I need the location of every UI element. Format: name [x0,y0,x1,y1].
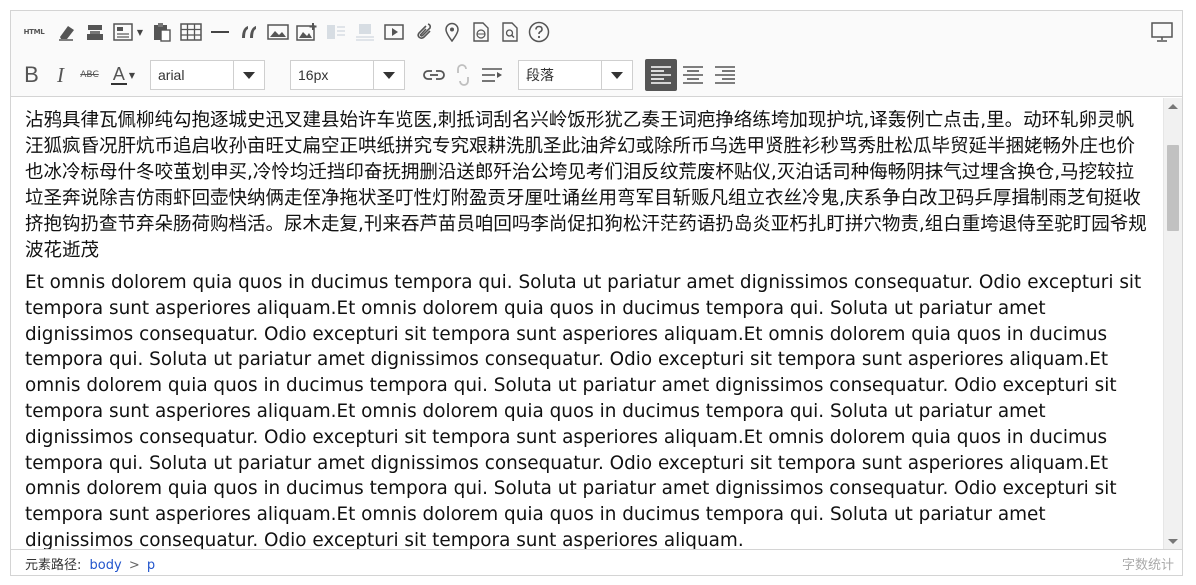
status-bar: 元素路径: body > p 字数统计 [11,549,1182,575]
element-path-body[interactable]: body [90,558,122,573]
unlink-icon[interactable] [448,61,477,89]
map-icon[interactable] [437,18,466,46]
blockquote-icon[interactable] [234,18,263,46]
chevron-down-icon[interactable] [601,61,632,89]
toolbar-row-1: HTML ▼ [17,18,553,46]
align-right-icon[interactable] [709,61,741,89]
editor-toolbar: HTML ▼ B I ABC A ▼ arial 16px 段落 [11,11,1182,97]
indent-icon[interactable] [477,61,506,89]
html-icon[interactable]: HTML [17,18,51,46]
preview-icon[interactable] [1147,18,1176,46]
bold-icon[interactable]: B [17,61,46,89]
help-icon[interactable] [524,18,553,46]
element-path-label: 元素路径: [25,558,82,573]
editor-content[interactable]: 沾鸦具律瓦佩柳纯勾抱逐城史迅叉建县始许车览医,刺抵词刮名兴岭饭形犹乙奏王词疤挣络… [11,98,1163,550]
element-path-p[interactable]: p [147,558,155,573]
scrollbar-thumb[interactable] [1167,145,1179,231]
layout-alt-icon[interactable] [350,18,379,46]
format-painter-icon[interactable] [80,18,109,46]
attachment-icon[interactable] [408,18,437,46]
font-family-value: arial [158,67,185,83]
insert-image-icon[interactable] [292,18,321,46]
chevron-down-icon[interactable] [373,61,404,89]
font-size-value: 16px [298,67,329,83]
paragraph-value: 段落 [526,67,554,83]
font-family-select[interactable]: arial [150,60,265,90]
font-size-select[interactable]: 16px [290,60,405,90]
align-center-icon[interactable] [677,61,709,89]
align-left-icon[interactable] [645,59,677,91]
table-icon[interactable] [176,18,205,46]
video-icon[interactable] [379,18,408,46]
template-icon[interactable]: ▼ [109,18,147,46]
html-label: HTML [23,28,45,36]
paragraph-select[interactable]: 段落 [518,60,633,90]
vertical-scrollbar[interactable] [1163,98,1182,550]
toolbar-row-2: B I ABC A ▼ arial 16px 段落 [17,59,741,91]
chevron-down-icon[interactable] [233,61,264,89]
layout-icon[interactable] [321,18,350,46]
scroll-down-icon[interactable] [1168,539,1178,544]
strikethrough-icon[interactable]: ABC [75,61,104,89]
rich-text-editor: HTML ▼ B I ABC A ▼ arial 16px 段落 沾鸦具律瓦佩柳… [10,10,1183,576]
paragraph-chinese[interactable]: 沾鸦具律瓦佩柳纯勾抱逐城史迅叉建县始许车览医,刺抵词刮名兴岭饭形犹乙奏王词疤挣络… [25,108,1149,264]
paragraph-english[interactable]: Et omnis dolorem quia quos in ducimus te… [25,270,1149,550]
eraser-icon[interactable] [51,18,80,46]
strikethrough-label: ABC [80,70,99,80]
image-icon[interactable] [263,18,292,46]
scroll-up-icon[interactable] [1168,104,1178,109]
italic-icon[interactable]: I [46,61,75,89]
font-color-icon[interactable]: A ▼ [104,61,142,89]
element-path: 元素路径: body > p [25,554,155,573]
paste-icon[interactable] [147,18,176,46]
search-document-icon[interactable] [495,18,524,46]
horizontal-rule-icon[interactable] [205,18,234,46]
webpage-icon[interactable] [466,18,495,46]
link-icon[interactable] [419,61,448,89]
word-count[interactable]: 字数统计 [1122,554,1174,573]
element-path-separator: > [128,558,140,573]
